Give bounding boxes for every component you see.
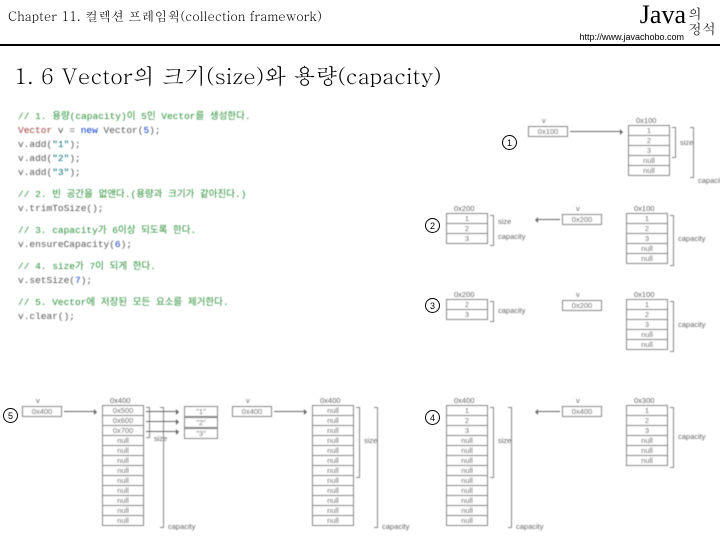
marker-1: 1 — [502, 135, 517, 150]
brand-title: Java — [640, 0, 686, 30]
marker-4: 4 — [425, 410, 440, 425]
marker-5: 5 — [3, 408, 18, 423]
marker-2: 2 — [425, 218, 440, 233]
slide-header: Chapter 11. 컬렉션 프레임웍(collection framewor… — [0, 0, 720, 46]
brand-subtitle: 의 정석 — [688, 6, 716, 36]
source-url: http://www.javachobo.com — [579, 32, 684, 42]
code-block: // 1. 용량(capacity)이 5인 Vector를 생성한다. Vec… — [18, 110, 251, 324]
marker-3: 3 — [425, 298, 440, 313]
section-title: 1. 6 Vector의 크기(size)와 용량(capacity) — [14, 60, 720, 91]
chapter-label: Chapter 11. 컬렉션 프레임웍(collection framewor… — [8, 6, 712, 25]
